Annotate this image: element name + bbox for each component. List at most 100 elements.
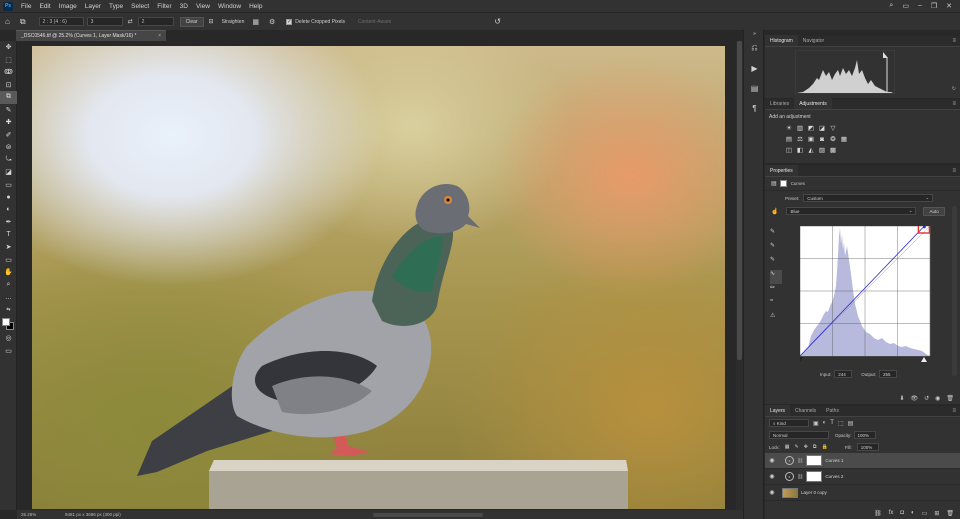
add-mask-icon[interactable]: ◘ — [900, 510, 904, 517]
object-select-icon[interactable]: ⊡ — [0, 79, 17, 92]
layer-mask-thumbnail[interactable] — [806, 471, 823, 482]
gradient-map-icon[interactable]: ▨ — [818, 147, 826, 155]
menu-help[interactable]: Help — [245, 3, 266, 10]
levels-icon[interactable]: ▥ — [796, 125, 804, 133]
horizontal-scrollbar[interactable] — [373, 512, 483, 517]
scrollbar-thumb[interactable] — [737, 41, 742, 360]
gray-point-eyedropper-icon[interactable]: ✎ — [770, 242, 782, 256]
tab-histogram[interactable]: Histogram — [765, 35, 798, 46]
layer-row[interactable]: ◉ ◐ ⛓ Curves 2 — [765, 469, 960, 485]
eye-icon[interactable]: ◉ — [765, 457, 779, 464]
menu-window[interactable]: Window — [214, 3, 245, 10]
lock-pixels-icon[interactable]: ▦ — [785, 444, 790, 450]
brush-tool-icon[interactable]: ✐ — [0, 129, 17, 142]
invert-icon[interactable]: ◫ — [785, 147, 793, 155]
menu-select[interactable]: Select — [127, 3, 153, 10]
eyedropper-tool-icon[interactable]: ✎ — [0, 104, 17, 117]
tab-adjustments[interactable]: Adjustments — [794, 98, 832, 109]
white-point-eyedropper-icon[interactable]: ✎ — [770, 256, 782, 270]
auto-button[interactable]: Auto — [923, 206, 945, 216]
tab-paths[interactable]: Paths — [821, 405, 844, 416]
crop-width-field[interactable]: 3 — [86, 17, 123, 26]
lock-position-icon[interactable]: ✥ — [804, 444, 808, 450]
opacity-field[interactable]: 100% — [853, 431, 876, 439]
straighten-label[interactable]: Straighten — [222, 19, 245, 25]
document-tab[interactable]: _DSC0546.tif @ 25.2% (Curves 1, Layer Ma… — [16, 30, 166, 41]
crop-tool-icon-selected[interactable]: ⧉ — [0, 91, 17, 104]
collapse-icon[interactable]: » — [744, 30, 765, 38]
delete-adjustment-icon[interactable]: 🗑 — [946, 395, 954, 402]
content-aware-label[interactable]: Content-Aware — [358, 19, 391, 25]
eraser-tool-icon[interactable]: ◪ — [0, 166, 17, 179]
menu-edit[interactable]: Edit — [35, 3, 54, 10]
eye-icon[interactable]: ◉ — [765, 489, 779, 496]
hand-tool-icon[interactable]: ✋ — [0, 266, 17, 279]
workspace-icon[interactable]: ▭ — [902, 2, 909, 10]
move-tool-icon[interactable]: ✥ — [0, 41, 17, 54]
layer-name[interactable]: Curves 2 — [825, 474, 843, 479]
curves-graph[interactable] — [800, 226, 935, 362]
fx-icon[interactable]: fx — [889, 510, 894, 517]
layer-image-thumbnail[interactable] — [782, 487, 798, 498]
marquee-tool-icon[interactable]: ⬚ — [0, 54, 17, 67]
restore-icon[interactable]: ❐ — [931, 2, 937, 10]
new-adjustment-icon[interactable]: ◐ — [911, 510, 915, 517]
panel-menu-icon[interactable]: ≡ — [952, 408, 956, 414]
link-icon[interactable]: ⛓ — [797, 474, 803, 480]
reset-adjustment-icon[interactable]: ↺ — [924, 395, 929, 402]
link-layers-icon[interactable]: ⛓ — [874, 510, 882, 517]
mask-thumb-icon[interactable] — [779, 180, 787, 187]
path-select-icon[interactable]: ➤ — [0, 241, 17, 254]
view-previous-icon[interactable]: 👁 — [910, 395, 918, 402]
preset-select[interactable]: Custom ⌄ — [803, 194, 934, 202]
search-icon[interactable]: ⌕ — [889, 2, 893, 10]
reset-icon[interactable]: ↺ — [494, 17, 501, 26]
clipping-icon[interactable]: ⚠ — [770, 312, 782, 326]
pen-tool-icon[interactable]: ✒ — [0, 216, 17, 229]
properties-scrollbar[interactable] — [952, 206, 957, 376]
menu-view[interactable]: View — [192, 3, 214, 10]
lock-all-icon[interactable]: 🔒 — [821, 444, 827, 450]
layer-row[interactable]: ◉ Layer 0 copy — [765, 485, 960, 501]
new-group-icon[interactable]: ▭ — [922, 510, 928, 517]
posterize-icon[interactable]: ◧ — [796, 147, 804, 155]
pixel-filter-icon[interactable]: ▣ — [813, 420, 819, 427]
adjustment-filter-icon[interactable]: ◐ — [823, 420, 827, 426]
threshold-icon[interactable]: ◭ — [807, 147, 815, 155]
selective-color-icon[interactable]: ▩ — [829, 147, 837, 155]
blur-tool-icon[interactable]: ● — [0, 191, 17, 204]
menu-layer[interactable]: Layer — [81, 3, 105, 10]
tab-channels[interactable]: Channels — [790, 405, 821, 416]
target-adjust-icon[interactable]: ☝ — [771, 208, 778, 215]
refresh-icon[interactable]: ↻ — [952, 86, 956, 92]
delete-cropped-checkbox[interactable]: ✓ — [286, 18, 293, 25]
pencil-icon[interactable]: ✏ — [770, 284, 782, 298]
photo-filter-icon[interactable]: ◙ — [818, 136, 826, 144]
home-icon[interactable]: ⌂ — [5, 17, 10, 26]
zoom-level[interactable]: 25.28% — [17, 512, 36, 517]
exposure-icon[interactable]: ◪ — [818, 125, 826, 133]
curve-points-icon[interactable]: ∿ — [770, 270, 782, 284]
delete-layer-icon[interactable]: 🗑 — [946, 510, 954, 517]
menu-image[interactable]: Image — [55, 3, 81, 10]
shape-filter-icon[interactable]: ⬚ — [838, 420, 844, 427]
clone-stamp-icon[interactable]: ⊜ — [0, 141, 17, 154]
color-balance-icon[interactable]: ⚖ — [796, 136, 804, 144]
black-slider[interactable] — [800, 357, 803, 362]
layer-name[interactable]: Curves 1 — [825, 458, 843, 463]
tab-properties[interactable]: Properties — [765, 165, 798, 176]
actions-icon[interactable]: ▶ — [744, 58, 765, 78]
blend-mode-select[interactable]: Normal — [769, 431, 829, 439]
screen-mode-icon[interactable]: ▭ — [0, 345, 17, 358]
input-field[interactable]: 244 — [834, 370, 853, 378]
color-lookup-icon[interactable]: ▦ — [840, 136, 848, 144]
quick-mask-icon[interactable]: ◎ — [0, 332, 17, 345]
shape-tool-icon[interactable]: ▭ — [0, 254, 17, 267]
type-filter-icon[interactable]: T — [830, 420, 834, 426]
black-white-icon[interactable]: ▣ — [807, 136, 815, 144]
dodge-tool-icon[interactable]: ◐ — [0, 204, 17, 217]
crop-tool-icon[interactable]: ⧉ — [20, 17, 26, 27]
lock-artboard-icon[interactable]: ⧉ — [813, 444, 817, 450]
layer-mask-thumbnail[interactable] — [806, 455, 823, 466]
menu-file[interactable]: File — [17, 3, 35, 10]
